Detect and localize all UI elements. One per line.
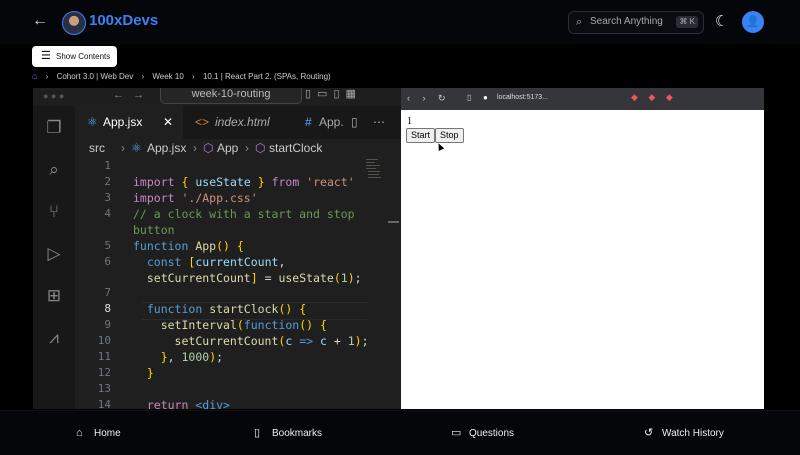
tab-index-html: <> index.html xyxy=(183,106,293,139)
code-line: return <div> xyxy=(146,398,230,409)
brand-name[interactable]: 100xDevs xyxy=(89,12,158,29)
minimap xyxy=(366,159,381,178)
breadcrumb-item-lesson[interactable]: 10.1 | React Part 2. (SPAs, Routing) xyxy=(203,72,331,81)
breadcrumb-item-cohort[interactable]: Cohort 3.0 | Web Dev xyxy=(57,72,134,81)
brand-logo[interactable] xyxy=(62,11,86,35)
back-arrow-icon[interactable]: ← xyxy=(32,12,54,32)
css-icon: # xyxy=(305,115,312,129)
browser-preview: ‹ › ↻ ▯ ● localhost:5173... ◆ ◆ ◆ 1 Star… xyxy=(401,88,764,409)
home-icon[interactable]: ⌂ xyxy=(32,71,37,81)
tab-app-css: # App. xyxy=(293,106,353,139)
close-icon: ✕ xyxy=(163,115,174,129)
home-icon: ⌂ xyxy=(76,427,83,439)
editor-command-search: week-10-routing xyxy=(160,88,302,104)
code-line: setCurrentCount] = useState(1); xyxy=(146,271,362,285)
extension-logo-icon: ⩘ xyxy=(49,328,59,347)
code-line: setCurrentCount(c => c + 1); xyxy=(174,334,369,348)
split-editor-icon: ▯ xyxy=(351,115,358,129)
editor-nav-arrows-icon: ← → xyxy=(113,89,145,101)
count-display: 1 xyxy=(407,116,412,127)
secure-icon: ● xyxy=(483,93,488,102)
react-icon: ⚛ xyxy=(87,115,98,129)
browser-nav-icons: ‹ › ↻ xyxy=(407,93,451,103)
code-line: import './App.css' xyxy=(133,191,258,205)
search-shortcut: ⌘ K xyxy=(676,16,698,28)
code-line: import { useState } from 'react' xyxy=(133,175,355,189)
nav-watch-history[interactable]: ↺ Watch History xyxy=(644,425,724,441)
bookmark-icon: ▯ xyxy=(467,93,472,102)
code-line: setInterval(function() { xyxy=(160,318,327,332)
code-line: function startClock() { xyxy=(146,302,307,316)
start-button: Start xyxy=(406,128,436,143)
video-player[interactable]: ● ● ● ← → week-10-routing ▯▭▯▦ ❐ ⌕ ⑂ ▷ ⊞… xyxy=(33,88,764,409)
code-line: }, 1000); xyxy=(160,350,224,364)
show-contents-label: Show Contents xyxy=(56,52,111,61)
component-icon: ⬡ xyxy=(203,141,214,155)
window-controls: ● ● ● xyxy=(43,91,65,101)
activity-bar: ❐ ⌕ ⑂ ▷ ⊞ ⩘ xyxy=(33,106,75,409)
stop-button: Stop xyxy=(435,128,464,143)
breadcrumb: ⌂ › Cohort 3.0 | Web Dev › Week 10 › 10.… xyxy=(32,71,331,81)
code-line: // a clock with a start and stop xyxy=(133,207,355,221)
code-line: function App() { xyxy=(133,239,244,253)
theme-toggle-moon-icon[interactable]: ☾ xyxy=(715,12,728,30)
code-line: button xyxy=(133,223,175,237)
run-debug-icon: ▷ xyxy=(47,244,61,263)
chat-icon: ▭ xyxy=(451,427,462,439)
code-line: const [currentCount, xyxy=(146,255,286,269)
history-icon: ↺ xyxy=(644,427,654,439)
nav-home[interactable]: ⌂ Home xyxy=(76,425,121,441)
html-icon: <> xyxy=(195,115,210,129)
function-icon: ⬡ xyxy=(255,141,266,155)
search-icon: ⌕ xyxy=(49,160,59,179)
extensions-icon: ⊞ xyxy=(46,286,62,305)
editor-breadcrumb: src › ⚛ App.jsx › ⬡ App › ⬡ startClock xyxy=(89,141,323,155)
editor-title-bar: ● ● ● ← → week-10-routing ▯▭▯▦ xyxy=(33,88,401,106)
source-control-icon: ⑂ xyxy=(48,202,60,221)
line-gutter: 1 2 3 4 5 6 7 8 9 10 11 12 13 14 xyxy=(97,159,111,409)
search-bar[interactable]: ⌕ Search Anything ⌘ K xyxy=(568,11,704,34)
bottom-nav: ⌂ Home ▯ Bookmarks ▭ Questions ↺ Watch Histo… xyxy=(0,410,800,455)
editor-tabs: ⚛ App.jsx ✕ <> index.html # App. ▯ ⋯ xyxy=(75,106,401,139)
tab-app-jsx: ⚛ App.jsx ✕ xyxy=(75,106,183,139)
browser-url: localhost:5173... xyxy=(497,94,548,101)
nav-bookmarks[interactable]: ▯ Bookmarks xyxy=(254,425,322,441)
editor-scrollbar xyxy=(388,221,399,223)
show-contents-button[interactable]: ☰ Show Contents xyxy=(32,46,117,67)
nav-questions[interactable]: ▭ Questions xyxy=(451,425,514,441)
layout-icons: ▯▭▯▦ xyxy=(305,88,362,100)
user-avatar[interactable]: 👤 xyxy=(742,11,764,33)
menu-icon: ☰ xyxy=(41,50,51,62)
more-icon: ⋯ xyxy=(373,115,385,129)
react-icon: ⚛ xyxy=(131,141,142,155)
search-placeholder: Search Anything xyxy=(590,16,663,27)
code-editor: import { useState } from 'react' import … xyxy=(133,157,393,409)
explorer-icon: ❐ xyxy=(46,118,62,137)
browser-extension-icons: ◆ ◆ ◆ xyxy=(631,92,677,102)
top-bar: ← 100xDevs ⌕ Search Anything ⌘ K ☾ 👤 xyxy=(0,0,800,44)
search-icon: ⌕ xyxy=(576,16,583,28)
code-line: } xyxy=(146,366,154,380)
bookmark-icon: ▯ xyxy=(254,427,261,439)
browser-toolbar: ‹ › ↻ ▯ ● localhost:5173... ◆ ◆ ◆ xyxy=(401,88,764,110)
breadcrumb-item-week[interactable]: Week 10 xyxy=(152,72,183,81)
